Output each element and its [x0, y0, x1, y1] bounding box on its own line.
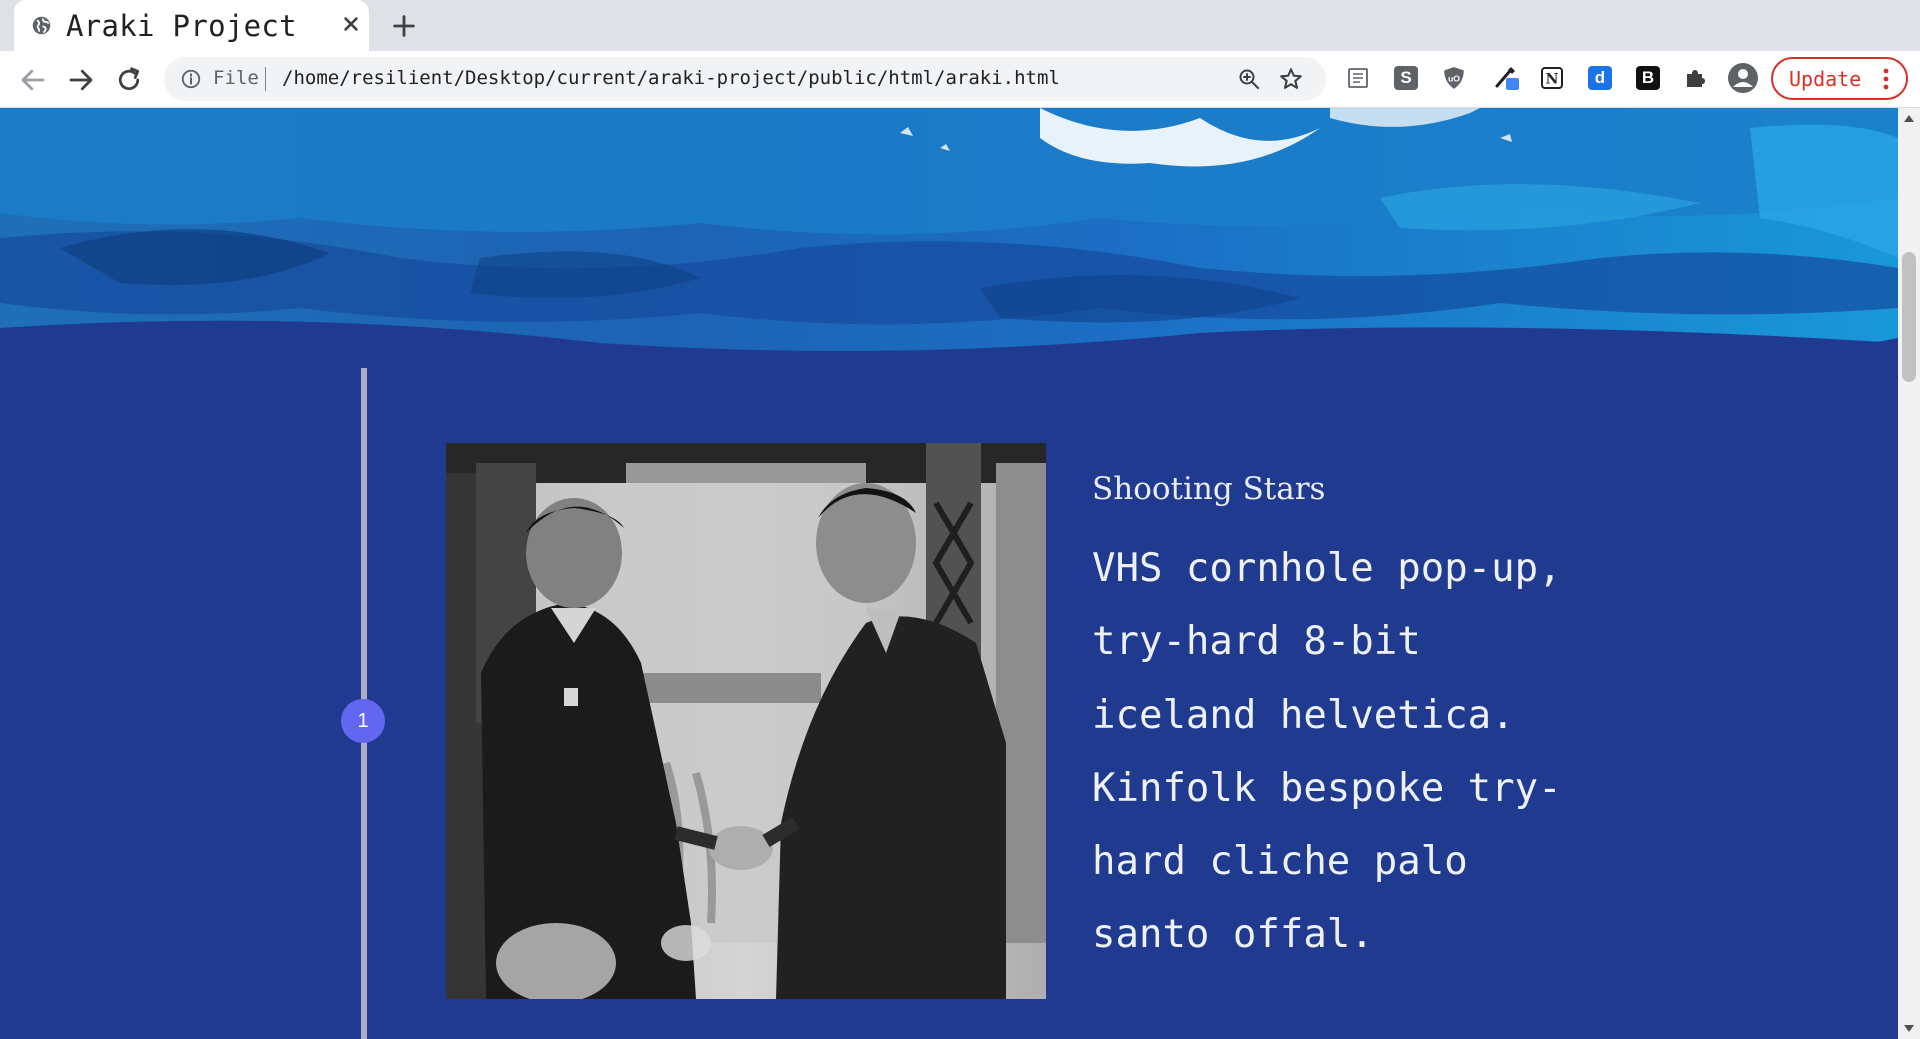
reader-mode-icon	[1348, 68, 1368, 88]
timeline-photo	[446, 443, 1046, 999]
globe-icon	[32, 16, 51, 35]
s-extension-icon[interactable]: S	[1392, 64, 1420, 92]
update-label: Update	[1789, 67, 1862, 91]
page-scrollbar[interactable]	[1898, 108, 1920, 1039]
url-text[interactable]: /home/resilient/Desktop/current/araki-pr…	[282, 67, 1060, 89]
zoom-icon[interactable]	[1237, 67, 1261, 91]
b-extension-icon[interactable]: B	[1634, 64, 1662, 92]
timeline-marker: 1	[341, 699, 385, 743]
scrollbar-thumb[interactable]	[1902, 252, 1916, 382]
reader-icon[interactable]	[1344, 64, 1372, 92]
d-extension-badge: d	[1588, 66, 1612, 90]
address-bar[interactable]: File /home/resilient/Desktop/current/ara…	[164, 57, 1326, 101]
shield-icon: uO	[1444, 67, 1464, 89]
eyedropper-icon	[1495, 67, 1519, 90]
more-vertical-icon	[1883, 68, 1889, 90]
hero-brush-banner	[0, 108, 1898, 398]
puzzle-icon	[1687, 70, 1705, 87]
info-icon[interactable]	[180, 68, 202, 90]
back-icon[interactable]	[18, 65, 48, 95]
reload-icon[interactable]	[114, 65, 144, 95]
browser-toolbar: File /home/resilient/Desktop/current/ara…	[0, 51, 1920, 108]
forward-icon[interactable]	[66, 65, 96, 95]
notion-icon[interactable]: N	[1538, 64, 1566, 92]
update-button[interactable]: Update	[1771, 57, 1908, 100]
eyedropper-extension[interactable]	[1493, 64, 1521, 92]
avatar-icon	[1728, 63, 1758, 93]
ublock-icon[interactable]: uO	[1440, 64, 1468, 92]
entry-body: VHS cornhole pop-up, try-hard 8-bit icel…	[1092, 546, 1562, 958]
svg-text:N: N	[1546, 72, 1559, 88]
entry-title: Shooting Stars	[1092, 471, 1326, 507]
page-viewport: 1 Shooting Stars VHS cornhole pop-up, tr…	[0, 108, 1898, 1039]
new-tab-icon[interactable]	[390, 12, 418, 40]
d-extension-icon[interactable]: d	[1586, 64, 1614, 92]
handshake-photo-image	[446, 443, 1046, 999]
extensions-puzzle-icon[interactable]	[1681, 64, 1709, 92]
bookmark-star-icon[interactable]	[1278, 66, 1304, 92]
profile-avatar[interactable]	[1727, 62, 1759, 94]
notion-logo-icon: N	[1541, 67, 1563, 89]
scroll-up-arrow-icon[interactable]	[1904, 114, 1914, 122]
s-extension-badge: S	[1394, 66, 1418, 90]
tab-strip: Araki Project	[0, 0, 1920, 51]
svg-text:uO: uO	[1448, 73, 1460, 83]
scroll-down-arrow-icon[interactable]	[1904, 1025, 1914, 1033]
close-icon[interactable]	[338, 11, 364, 37]
tab-title: Araki Project	[66, 9, 297, 43]
browser-tab[interactable]: Araki Project	[14, 0, 369, 51]
scheme-divider	[265, 67, 266, 91]
b-extension-badge: B	[1636, 66, 1660, 90]
scheme-label: File	[213, 67, 259, 89]
